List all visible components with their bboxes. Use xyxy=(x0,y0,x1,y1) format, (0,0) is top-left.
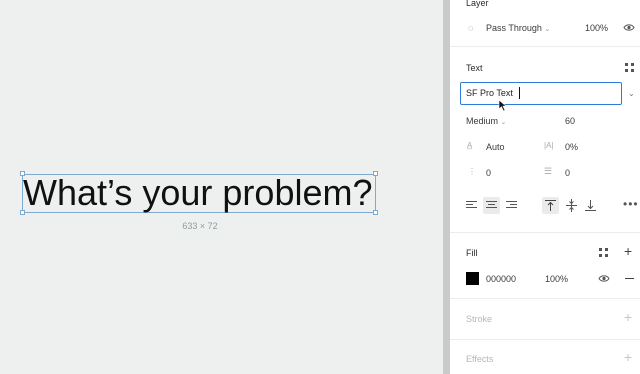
fill-styles-icon[interactable] xyxy=(599,248,608,257)
text-styles-icon[interactable] xyxy=(625,63,634,72)
section-divider xyxy=(450,232,640,233)
blend-mode-value: Pass Through xyxy=(486,23,542,33)
align-right-button[interactable] xyxy=(505,198,519,212)
font-weight-dropdown[interactable]: Medium ⌄ xyxy=(466,116,506,126)
section-divider xyxy=(450,46,640,47)
letter-spacing-icon: |A| xyxy=(544,141,554,150)
paragraph-indent-input[interactable]: 0 xyxy=(565,168,570,178)
chevron-down-icon[interactable]: ⌄ xyxy=(628,89,635,99)
section-divider xyxy=(450,298,640,299)
align-top-icon xyxy=(545,200,556,211)
text-caret xyxy=(519,87,520,99)
line-height-input[interactable]: Auto xyxy=(486,142,505,152)
mouse-cursor-icon xyxy=(498,99,507,112)
chevron-down-icon: ⌄ xyxy=(500,119,507,126)
section-divider xyxy=(450,339,640,340)
remove-fill-icon[interactable] xyxy=(625,278,634,279)
paragraph-indent-icon: ☰ xyxy=(544,166,553,176)
text-layer[interactable]: What’s your problem? xyxy=(23,172,383,214)
fill-opacity-input[interactable]: 100% xyxy=(545,274,568,284)
line-height-icon: A̲ xyxy=(467,141,473,150)
layer-opacity-input[interactable]: 100% xyxy=(585,23,608,33)
add-fill-icon[interactable]: + xyxy=(624,244,632,258)
panel-divider[interactable] xyxy=(443,0,450,374)
fill-color-swatch[interactable] xyxy=(466,272,479,285)
font-family-value: SF Pro Text xyxy=(466,88,513,98)
paragraph-spacing-input[interactable]: 0 xyxy=(486,168,491,178)
font-size-input[interactable]: 60 xyxy=(565,116,575,126)
effects-section-title: Effects xyxy=(466,354,494,364)
fill-section-title: Fill xyxy=(466,248,478,258)
stroke-section-title: Stroke xyxy=(466,314,493,324)
text-section-title: Text xyxy=(466,63,483,73)
align-bottom-icon[interactable] xyxy=(582,197,599,214)
layer-section-title: Layer xyxy=(466,0,489,8)
align-middle-icon[interactable] xyxy=(563,197,580,214)
add-effect-icon[interactable]: + xyxy=(624,350,632,364)
blend-mode-dropdown[interactable]: Pass Through ⌄ xyxy=(486,23,550,33)
dimension-label: 633 × 72 xyxy=(182,221,218,231)
align-left-button[interactable] xyxy=(465,198,479,212)
eye-icon[interactable] xyxy=(623,23,635,32)
align-center-button[interactable] xyxy=(483,197,500,214)
eye-icon[interactable] xyxy=(598,274,610,283)
add-stroke-icon[interactable]: + xyxy=(624,310,632,324)
more-options-icon[interactable]: ••• xyxy=(623,198,639,210)
paragraph-spacing-icon: ⋮ xyxy=(468,167,476,176)
blend-mode-icon: ◌ xyxy=(468,23,474,33)
design-canvas[interactable]: What’s your problem? 633 × 72 xyxy=(0,0,443,374)
font-weight-value: Medium xyxy=(466,116,499,126)
font-family-input[interactable]: SF Pro Text xyxy=(460,82,622,105)
fill-hex-input[interactable]: 000000 xyxy=(486,274,516,284)
align-top-button[interactable] xyxy=(542,197,559,214)
letter-spacing-input[interactable]: 0% xyxy=(565,142,578,152)
chevron-down-icon: ⌄ xyxy=(544,26,551,33)
